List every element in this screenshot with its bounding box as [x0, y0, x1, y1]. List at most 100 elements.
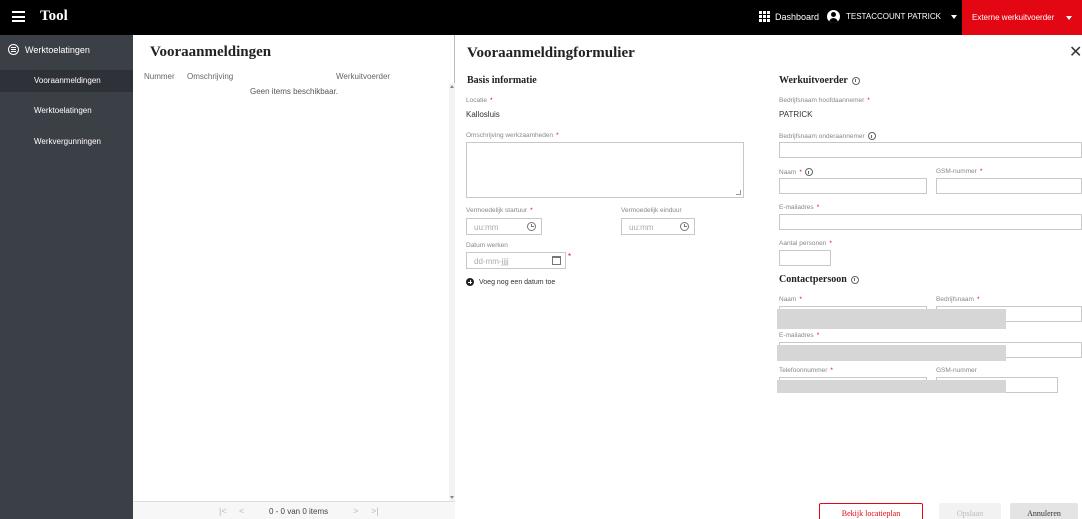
contact-telefoon-label: Telefoonnummer *: [779, 367, 833, 374]
gsm-label: GSM-nummer *: [936, 168, 982, 175]
sidebar-section-werktoelatingen[interactable]: Werktoelatingen: [8, 44, 90, 55]
pagination-count: 0 - 0 van 0 items: [269, 507, 329, 516]
naam-label-text: Naam: [779, 168, 797, 176]
hoofdaannemer-value: PATRICK: [779, 110, 813, 119]
redaction-block: [777, 380, 1006, 393]
list-title: Vooraanmeldingen: [150, 44, 272, 60]
email-input[interactable]: [779, 214, 1082, 230]
required-marker: *: [829, 240, 832, 247]
contact-email-label: E-mailadres *: [779, 332, 819, 339]
menu-circle-icon: [8, 44, 19, 55]
aantal-personen-input[interactable]: [779, 250, 831, 266]
naam-label: Naam *: [779, 168, 813, 176]
required-marker: *: [816, 204, 820, 211]
required-marker: *: [867, 97, 870, 104]
einduur-input[interactable]: uu:mm: [621, 218, 695, 235]
resize-grip-icon[interactable]: [736, 190, 741, 195]
info-icon[interactable]: [851, 76, 860, 85]
role-selector[interactable]: Externe werkuitvoerder: [962, 0, 1082, 35]
form-panel: Vooraanmeldingformulier ✕ Basis informat…: [455, 35, 1082, 519]
required-marker: *: [530, 207, 533, 214]
scroll-down-icon[interactable]: [450, 496, 454, 499]
hoofdaannemer-label-text: Bedrijfsnaam hoofdaannemer: [779, 97, 865, 104]
info-icon[interactable]: [804, 168, 813, 176]
contactpersoon-title-text: Contactpersoon: [779, 274, 847, 285]
info-icon[interactable]: [867, 132, 876, 140]
werkuitvoerder-title-text: Werkuitvoerder: [779, 75, 848, 86]
dashboard-link[interactable]: Dashboard: [759, 11, 819, 22]
required-marker: *: [816, 332, 820, 339]
annuleren-button[interactable]: Annuleren: [1010, 503, 1078, 519]
grid-icon: [759, 11, 770, 22]
info-icon[interactable]: [850, 275, 859, 284]
aantal-personen-label: Aantal personen *: [779, 240, 832, 247]
account-label: TESTACCOUNT PATRICK: [846, 12, 941, 21]
sidebar-section-label: Werktoelatingen: [25, 44, 90, 55]
first-page-icon[interactable]: |<: [219, 506, 227, 516]
required-marker: *: [799, 168, 802, 176]
add-date-label: Voeg nog een datum toe: [479, 278, 556, 286]
add-date-button[interactable]: Voeg nog een datum toe: [466, 278, 555, 286]
required-marker: *: [489, 97, 493, 104]
clock-icon[interactable]: [527, 222, 536, 231]
section-title-basis: Basis informatie: [467, 75, 537, 86]
next-page-icon[interactable]: >: [353, 506, 358, 516]
required-marker: *: [568, 252, 572, 261]
pagination: |< < 0 - 0 van 0 items > >|: [133, 501, 455, 519]
chevron-down-icon: [950, 14, 957, 19]
startuur-label: Vermoedelijk startuur *: [466, 207, 533, 214]
contact-telefoon-label-text: Telefoonnummer: [779, 367, 828, 374]
contact-bedrijf-label: Bedrijfsnaam *: [936, 296, 979, 303]
omschrijving-textarea[interactable]: [466, 142, 744, 198]
datum-input[interactable]: dd-mm-jjjj: [466, 252, 566, 269]
required-marker: *: [556, 132, 559, 139]
required-marker: *: [976, 296, 980, 303]
contact-email-label-text: E-mailadres: [779, 332, 814, 339]
locatie-label-text: Locatie: [466, 97, 487, 104]
naam-input[interactable]: [779, 178, 927, 194]
column-header-nummer[interactable]: Nummer: [144, 72, 175, 81]
opslaan-button[interactable]: Opslaan: [939, 503, 1001, 519]
gsm-input[interactable]: [936, 178, 1082, 194]
contact-bedrijf-label-text: Bedrijfsnaam: [936, 296, 974, 303]
omschrijving-label: Omschrijving werkzaamheden *: [466, 132, 559, 139]
contact-naam-label-text: Naam: [779, 296, 797, 303]
sidebar-item-vooraanmeldingen[interactable]: Vooraanmeldingen: [0, 70, 133, 92]
sidebar-item-werkvergunningen[interactable]: Werkvergunningen: [0, 131, 133, 153]
einduur-label: Vermoedelijk einduur: [621, 207, 682, 214]
calendar-icon[interactable]: [552, 256, 561, 265]
sidebar: Werktoelatingen Vooraanmeldingen Werktoe…: [0, 35, 133, 519]
list-panel: Vooraanmeldingen Nummer Omschrijving Wer…: [133, 35, 455, 519]
last-page-icon[interactable]: >|: [371, 506, 379, 516]
startuur-placeholder: uu:mm: [474, 223, 499, 232]
account-menu[interactable]: TESTACCOUNT PATRICK: [827, 10, 957, 23]
close-icon[interactable]: ✕: [1069, 45, 1082, 61]
redaction-block: [777, 345, 1006, 361]
column-header-omschrijving[interactable]: Omschrijving: [187, 72, 233, 81]
sidebar-item-werktoelatingen[interactable]: Werktoelatingen: [0, 100, 133, 122]
form-title: Vooraanmeldingformulier: [467, 45, 635, 61]
scroll-up-icon[interactable]: [450, 85, 454, 88]
contact-naam-label: Naam *: [779, 296, 802, 303]
table-header: Nummer Omschrijving Werkuitvoerder: [144, 72, 449, 84]
startuur-input[interactable]: uu:mm: [466, 218, 542, 235]
required-marker: *: [799, 296, 802, 303]
redaction-block: [777, 309, 1006, 329]
required-marker: *: [830, 367, 833, 374]
einduur-placeholder: uu:mm: [629, 223, 654, 232]
bekijk-locatieplan-button[interactable]: Bekijk locatieplan: [819, 503, 923, 519]
chevron-down-icon: [1066, 15, 1073, 20]
add-circle-icon: [466, 278, 474, 286]
onderaannemer-input[interactable]: [779, 142, 1082, 158]
column-header-werkuitvoerder[interactable]: Werkuitvoerder: [336, 72, 390, 81]
hoofdaannemer-label: Bedrijfsnaam hoofdaannemer *: [779, 97, 870, 104]
top-bar: Tool Dashboard TESTACCOUNT PATRICK Exter…: [0, 0, 1082, 35]
datum-label: Datum werken: [466, 242, 508, 249]
onderaannemer-label: Bedrijfsnaam onderaannemer: [779, 132, 876, 140]
gsm-label-text: GSM-nummer: [936, 168, 977, 175]
clock-icon[interactable]: [680, 222, 689, 231]
hamburger-menu-icon[interactable]: [12, 11, 25, 22]
section-title-contactpersoon: Contactpersoon: [779, 274, 859, 285]
aantal-personen-label-text: Aantal personen: [779, 240, 827, 247]
prev-page-icon[interactable]: <: [239, 506, 244, 516]
